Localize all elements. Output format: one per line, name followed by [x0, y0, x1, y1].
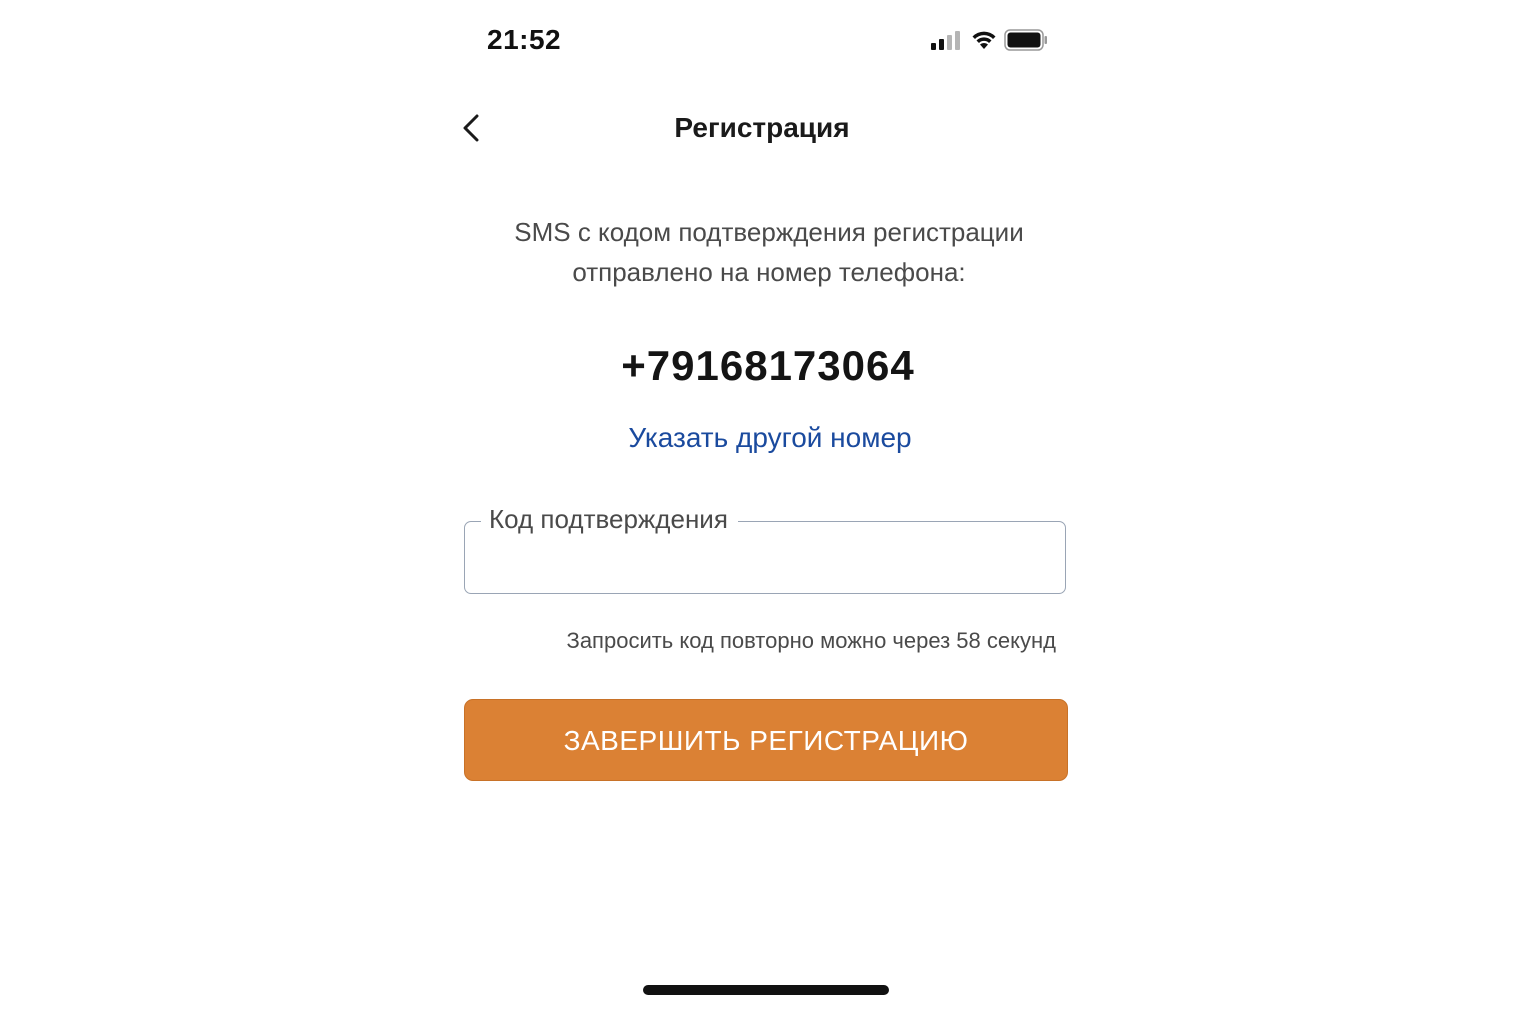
back-button[interactable]	[455, 108, 491, 150]
status-time: 21:52	[487, 24, 562, 55]
sms-info-text: SMS с кодом подтверждения регистрации от…	[464, 212, 1074, 292]
sms-info-line-2: отправлено на номер телефона:	[572, 257, 966, 287]
complete-registration-button[interactable]: ЗАВЕРШИТЬ РЕГИСТРАЦИЮ	[464, 699, 1068, 781]
chevron-left-icon	[463, 114, 479, 142]
signal-icon	[931, 31, 960, 50]
change-number-link[interactable]: Указать другой номер	[464, 422, 1076, 454]
wifi-icon	[972, 31, 996, 49]
home-indicator[interactable]	[643, 985, 889, 995]
confirmation-code-field[interactable]: Код подтверждения	[464, 504, 1066, 594]
page-title: Регистрация	[674, 112, 850, 143]
status-icons	[930, 28, 1050, 52]
sms-info-line-1: SMS с кодом подтверждения регистрации	[514, 217, 1024, 247]
phone-number: +79168173064	[621, 342, 915, 389]
confirmation-code-label: Код подтверждения	[481, 504, 738, 535]
confirmation-code-input[interactable]	[485, 540, 1049, 582]
battery-icon	[1004, 29, 1047, 51]
registration-screen: 21:52 Регистрация SMS с кодом подтвержде…	[0, 0, 1536, 1024]
resend-timer-text: Запросить код повторно можно через 58 се…	[566, 628, 1056, 653]
